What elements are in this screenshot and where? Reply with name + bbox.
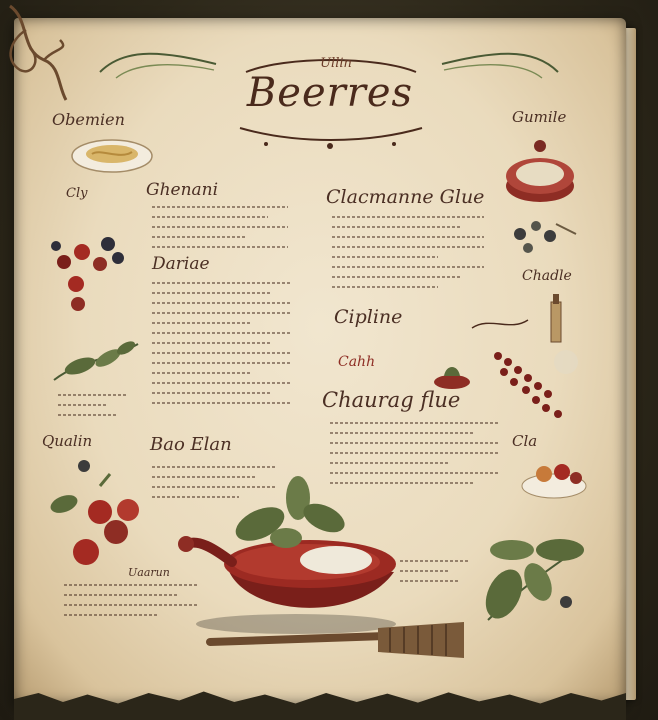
heading-left-second: Dariae (152, 254, 210, 274)
wooden-spoon-icon (206, 622, 464, 658)
text-block-left-margin (58, 394, 128, 424)
spice-jar-icon (506, 140, 574, 202)
leaf-sprig-icon (53, 341, 139, 381)
mini-flourish-icon (471, 319, 529, 329)
page-title: Beerres (246, 70, 414, 116)
heading-bottom-left: Uaarun (128, 566, 170, 579)
heading-left-far: Qualin (42, 432, 93, 450)
heading-center-lower: Chaurag flue (322, 388, 461, 412)
raspberries-icon (50, 460, 139, 565)
fruit-bowl-icon (521, 464, 587, 499)
heading-right-mid: Chadle (522, 268, 572, 284)
title-overline: Ullin (320, 56, 352, 71)
heading-center-mid: Cipline (334, 306, 403, 328)
title-cartouche: Ullin Beerres (226, 52, 434, 150)
text-block-center-1 (332, 216, 484, 296)
heading-center-top: Clacmanne Glue (326, 186, 485, 208)
bay-leaves-icon (485, 539, 584, 621)
text-block-left-2 (152, 282, 292, 412)
peppercorns-icon (494, 350, 578, 418)
text-block-left-1 (152, 206, 288, 256)
heading-center-red: Cahh (338, 354, 376, 370)
berry-garnish-icon (514, 221, 577, 253)
bottle-icon (550, 294, 562, 343)
herb-garnish-icon (434, 367, 470, 389)
heading-top-left: Obemien (52, 110, 125, 129)
heading-left-top: Ghenani (146, 180, 219, 200)
rice-bowl-icon (178, 476, 396, 634)
heading-top-right: Gumile (512, 108, 567, 126)
pasta-plate-icon (71, 139, 153, 173)
heading-left-lower: Bao Elan (150, 434, 232, 455)
title-flourish-right-icon (441, 52, 559, 79)
ribbon-bookmark-icon (9, 4, 68, 101)
berries-icon (51, 237, 124, 311)
title-flourish-left-icon (99, 52, 217, 79)
heading-left-small: Cly (66, 186, 88, 201)
